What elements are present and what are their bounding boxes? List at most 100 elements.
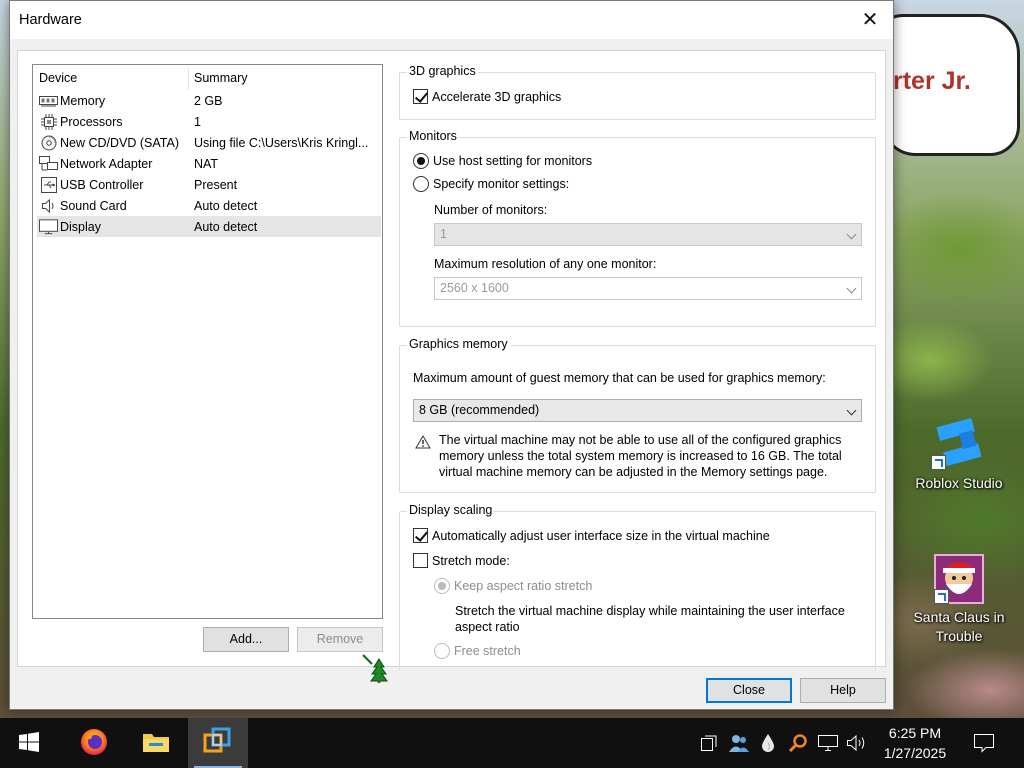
people-icon[interactable] [728, 732, 750, 754]
device-name: Memory [60, 94, 106, 108]
select-value: 8 GB (recommended) [419, 403, 540, 417]
network-icon[interactable] [817, 732, 839, 754]
volume-icon[interactable] [846, 732, 868, 754]
desktop-icon-label: Roblox Studio [915, 475, 1003, 491]
file-explorer-icon [142, 730, 170, 757]
device-row-processors[interactable]: Processors 1 [37, 111, 381, 132]
settings-panel: Device Summary Memory 2 GB Processors 1 [17, 50, 886, 683]
checkbox-label: Accelerate 3D graphics [432, 89, 562, 104]
free-stretch-radio[interactable]: Free stretch [434, 643, 521, 659]
group-display-scaling: Display scaling Automatically adjust use… [399, 503, 876, 671]
device-name: Network Adapter [60, 157, 153, 171]
cd-dvd-icon [39, 135, 58, 150]
santa-claus-game-icon [934, 554, 984, 604]
taskbar-vmware[interactable] [188, 718, 248, 768]
device-name: Processors [60, 115, 123, 129]
device-row-network-adapter[interactable]: Network Adapter NAT [37, 153, 381, 174]
accelerate-3d-checkbox[interactable]: Accelerate 3D graphics [413, 89, 561, 104]
chevron-down-icon [846, 283, 857, 294]
processor-icon [39, 113, 58, 130]
checkbox-label: Automatically adjust user interface size… [432, 528, 770, 543]
device-summary: Using file C:\Users\Kris Kringl... [194, 136, 369, 150]
wallpaper-speech-text: rter Jr. [893, 67, 971, 95]
droplet-icon[interactable] [757, 732, 779, 754]
select-value: 1 [440, 227, 447, 241]
max-resolution-select[interactable]: 2560 x 1600 [434, 277, 862, 300]
use-host-setting-radio[interactable]: Use host setting for monitors [413, 153, 592, 169]
graphics-memory-warning: The virtual machine may not be able to u… [439, 433, 842, 479]
device-row-display[interactable]: Display Auto detect [37, 216, 381, 237]
device-summary: NAT [194, 157, 219, 171]
start-button[interactable] [0, 718, 58, 768]
shortcut-arrow-icon [934, 589, 949, 604]
radio-circle[interactable] [413, 153, 429, 169]
close-button[interactable]: Close [706, 678, 792, 703]
device-row-cd-dvd[interactable]: New CD/DVD (SATA) Using file C:\Users\Kr… [37, 132, 381, 153]
help-button[interactable]: Help [800, 678, 886, 703]
specify-monitor-settings-radio[interactable]: Specify monitor settings: [413, 176, 569, 192]
speaker-icon [39, 198, 58, 213]
notifications-icon[interactable] [972, 732, 996, 754]
radio-label: Keep aspect ratio stretch [454, 579, 593, 593]
group-monitors: Monitors Use host setting for monitors S… [399, 129, 876, 327]
max-resolution-label: Maximum resolution of any one monitor: [434, 257, 657, 271]
group-3d-graphics: 3D graphics Accelerate 3D graphics [399, 64, 876, 120]
device-row-usb-controller[interactable]: USB Controller Present [37, 174, 381, 195]
radio-label: Specify monitor settings: [433, 177, 570, 191]
device-row-memory[interactable]: Memory 2 GB [37, 90, 381, 111]
radio-circle[interactable] [434, 643, 450, 659]
radio-circle[interactable] [434, 578, 450, 594]
device-summary: Auto detect [194, 220, 258, 234]
device-list[interactable]: Device Summary Memory 2 GB Processors 1 [32, 64, 383, 619]
hardware-dialog: Hardware ✕ Device Summary Memory 2 GB Pr… [9, 0, 894, 710]
clock-time: 6:25 PM [888, 725, 942, 741]
group-legend: Display scaling [407, 503, 495, 517]
device-name: Sound Card [60, 199, 127, 213]
search-magnifier-icon[interactable] [787, 732, 809, 754]
chevron-down-icon [846, 229, 857, 240]
roblox-studio-icon [931, 414, 987, 470]
number-of-monitors-select[interactable]: 1 [434, 223, 862, 246]
device-name: USB Controller [60, 178, 144, 192]
checkbox-box[interactable] [413, 528, 428, 543]
group-legend: Graphics memory [407, 337, 510, 351]
column-separator [188, 68, 189, 90]
task-view-icon[interactable] [698, 732, 720, 754]
taskbar-firefox[interactable] [64, 718, 124, 768]
radio-label: Use host setting for monitors [433, 154, 593, 168]
keep-aspect-ratio-radio[interactable]: Keep aspect ratio stretch [434, 578, 592, 594]
graphics-memory-select[interactable]: 8 GB (recommended) [413, 399, 862, 422]
radio-label: Free stretch [454, 644, 521, 658]
radio-circle[interactable] [413, 176, 429, 192]
taskbar-clock[interactable]: 6:25 PM 1/27/2025 [878, 723, 952, 763]
warning-icon [415, 435, 431, 449]
checkbox-box[interactable] [413, 553, 428, 568]
desktop-icon-roblox-studio[interactable]: Roblox Studio [905, 414, 1013, 493]
taskbar: 6:25 PM 1/27/2025 [0, 718, 1024, 768]
clock-date: 1/27/2025 [883, 745, 947, 761]
group-graphics-memory: Graphics memory Maximum amount of guest … [399, 337, 876, 493]
stretch-mode-checkbox[interactable]: Stretch mode: [413, 553, 510, 568]
graphics-memory-max-label: Maximum amount of guest memory that can … [413, 371, 826, 385]
remove-button[interactable]: Remove [297, 627, 383, 652]
device-name: New CD/DVD (SATA) [60, 136, 179, 150]
network-adapter-icon [39, 155, 58, 171]
keep-aspect-description: Stretch the virtual machine display whil… [455, 604, 845, 634]
column-header-device[interactable]: Device [39, 71, 77, 85]
desktop-icon-santa-claus-in-trouble[interactable]: Santa Claus in Trouble [905, 554, 1013, 646]
dialog-titlebar[interactable]: Hardware ✕ [10, 1, 893, 39]
device-summary: Auto detect [194, 199, 258, 213]
memory-icon [39, 93, 58, 108]
chevron-down-icon [846, 405, 857, 416]
usb-icon [39, 176, 58, 193]
column-header-summary[interactable]: Summary [194, 71, 247, 85]
add-button[interactable]: Add... [203, 627, 289, 652]
group-legend: 3D graphics [407, 64, 478, 78]
checkbox-box[interactable] [413, 89, 428, 104]
device-summary: 2 GB [194, 94, 223, 108]
checkbox-label: Stretch mode: [432, 553, 510, 568]
auto-adjust-ui-checkbox[interactable]: Automatically adjust user interface size… [413, 528, 770, 543]
close-icon[interactable]: ✕ [847, 1, 893, 39]
taskbar-file-explorer[interactable] [126, 718, 186, 768]
device-row-sound-card[interactable]: Sound Card Auto detect [37, 195, 381, 216]
